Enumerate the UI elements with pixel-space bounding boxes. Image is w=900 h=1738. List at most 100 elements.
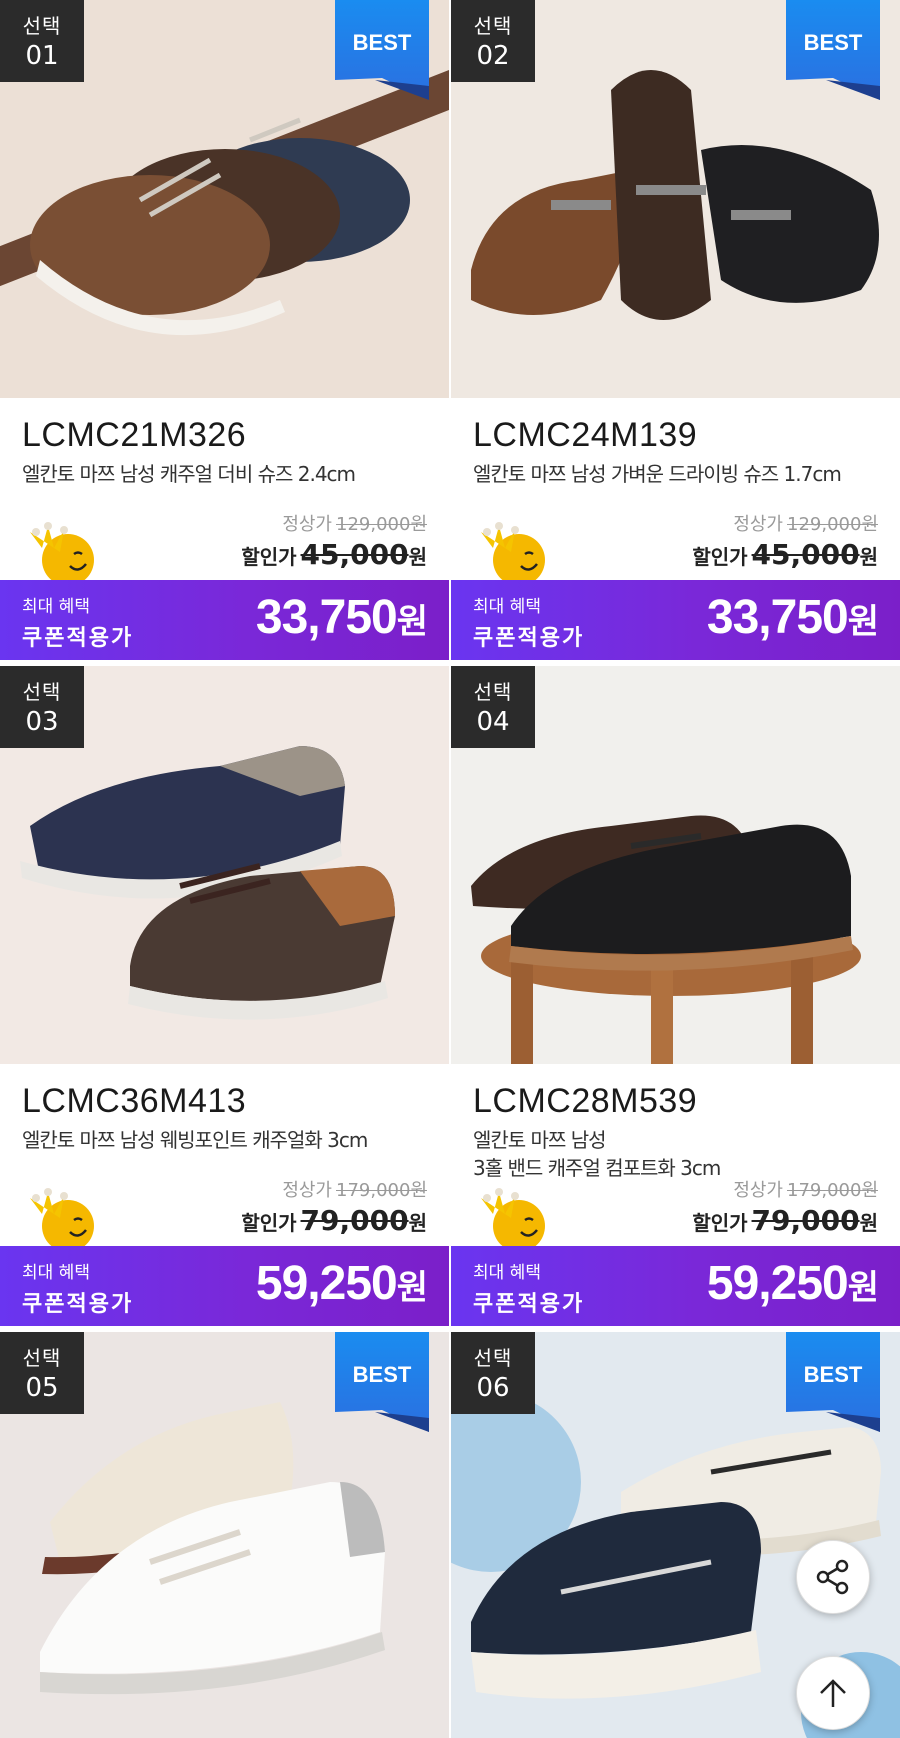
product-info: LCMC36M413 엘칸토 마쯔 남성 웨빙포인트 캐주얼화 3cm 정상가 1… [0,1064,449,1330]
coupon-price-unit: 원 [847,603,879,641]
original-price: 정상가 179,000원 [282,1176,427,1202]
best-badge: BEST [786,1332,880,1432]
coupon-price-unit: 원 [847,1269,879,1307]
original-price-unit: 원 [861,1180,878,1201]
discount-price: 할인가 79,000원 [692,1204,878,1237]
original-price: 정상가 129,000원 [282,510,427,536]
select-label: 선택 [22,680,62,704]
select-label: 선택 [473,680,513,704]
select-label: 선택 [22,14,62,38]
coupon-price: 59,250원 [255,1256,428,1311]
select-badge: 선택 01 [0,0,84,82]
coupon-benefit-label: 최대 혜택 [473,1263,541,1283]
product-image[interactable]: 선택 04 [451,666,900,1064]
discount-price: 할인가 45,000원 [241,538,427,571]
select-number: 02 [476,41,510,71]
discount-price-label: 할인가 [692,1211,748,1235]
discount-price-label: 할인가 [241,1211,297,1235]
discount-price-value: 45,000 [300,538,409,571]
coupon-banner[interactable]: 최대 혜택 쿠폰적용가 33,750원 [0,580,449,660]
product-name-line1: 엘칸토 마쯔 남성 [473,1128,607,1152]
original-price-value: 179,000 [336,1180,411,1201]
product-card[interactable]: 선택 02 BEST LCMC24M139 엘칸토 마쯔 남성 가벼운 드라이빙… [451,0,900,664]
best-label: BEST [352,30,412,55]
original-price-label: 정상가 [733,1180,783,1201]
mascot-icon [30,522,94,586]
product-image[interactable]: 선택 03 [0,666,449,1064]
original-price-value: 129,000 [336,514,411,535]
best-badge: BEST [335,1332,429,1432]
discount-price-value: 79,000 [300,1204,409,1237]
coupon-price-unit: 원 [396,603,428,641]
product-info: LCMC24M139 엘칸토 마쯔 남성 가벼운 드라이빙 슈즈 1.7cm 정… [451,398,900,664]
product-name[interactable]: 엘칸토 마쯔 남성 가벼운 드라이빙 슈즈 1.7cm [473,460,893,488]
select-badge: 선택 06 [451,1332,535,1414]
coupon-price-label: 쿠폰적용가 [22,1292,134,1317]
model-code: LCMC24M139 [473,416,698,454]
share-icon [816,1559,849,1595]
best-badge: BEST [786,0,880,100]
coupon-price-label: 쿠폰적용가 [473,1292,585,1317]
discount-price-value: 45,000 [751,538,860,571]
coupon-price-value: 33,750 [706,591,849,644]
best-badge: BEST [335,0,429,100]
product-image[interactable]: 선택 02 BEST [451,0,900,398]
product-card[interactable]: 선택 01 BEST LCMC21M326 엘칸토 마쯔 남성 캐주얼 더비 슈… [0,0,449,664]
discount-price-unit: 원 [859,545,878,569]
select-number: 05 [25,1373,59,1403]
product-image[interactable]: 선택 01 BEST [0,0,449,398]
coupon-price: 59,250원 [706,1256,879,1311]
select-badge: 선택 02 [451,0,535,82]
original-price-value: 179,000 [787,1180,862,1201]
original-price-value: 129,000 [787,514,862,535]
mascot-icon [481,1188,545,1252]
model-code: LCMC28M539 [473,1082,698,1120]
product-info: LCMC21M326 엘칸토 마쯔 남성 캐주얼 더비 슈즈 2.4cm 정상가… [0,398,449,664]
product-name[interactable]: 엘칸토 마쯔 남성 3홀 밴드 캐주얼 컴포트화 3cm [473,1126,893,1182]
share-button[interactable] [796,1540,870,1614]
select-label: 선택 [22,1346,62,1370]
product-card[interactable]: 선택 03 LCMC36M413 엘칸토 마쯔 남성 웨빙포인트 캐주얼화 3c… [0,666,449,1330]
best-label: BEST [352,1362,412,1387]
discount-price-unit: 원 [408,1211,427,1235]
discount-price-unit: 원 [408,545,427,569]
best-label: BEST [803,30,863,55]
coupon-price-value: 59,250 [706,1257,849,1310]
coupon-banner[interactable]: 최대 혜택 쿠폰적용가 33,750원 [451,580,900,660]
coupon-price-unit: 원 [396,1269,428,1307]
product-image[interactable]: 선택 05 BEST [0,1332,449,1738]
select-number: 01 [25,41,59,71]
select-badge: 선택 04 [451,666,535,748]
select-number: 04 [476,707,510,737]
original-price: 정상가 179,000원 [733,1176,878,1202]
product-name[interactable]: 엘칸토 마쯔 남성 캐주얼 더비 슈즈 2.4cm [22,460,442,488]
original-price-unit: 원 [410,1180,427,1201]
coupon-price-value: 33,750 [255,591,398,644]
coupon-price-value: 59,250 [255,1257,398,1310]
original-price: 정상가 129,000원 [733,510,878,536]
model-code: LCMC36M413 [22,1082,247,1120]
coupon-benefit-label: 최대 혜택 [22,1263,90,1283]
mascot-icon [30,1188,94,1252]
scroll-top-button[interactable] [796,1656,870,1730]
product-card[interactable]: 선택 04 LCMC28M539 엘칸토 마쯔 남성 3홀 밴드 캐주얼 컴포트… [451,666,900,1330]
select-badge: 선택 03 [0,666,84,748]
coupon-price-label: 쿠폰적용가 [473,626,585,651]
coupon-benefit-label: 최대 혜택 [22,597,90,617]
coupon-banner[interactable]: 최대 혜택 쿠폰적용가 59,250원 [0,1246,449,1326]
discount-price: 할인가 45,000원 [692,538,878,571]
select-number: 03 [25,707,59,737]
coupon-price: 33,750원 [706,590,879,645]
discount-price-unit: 원 [859,1211,878,1235]
mascot-icon [481,522,545,586]
discount-price-label: 할인가 [241,545,297,569]
product-info: LCMC28M539 엘칸토 마쯔 남성 3홀 밴드 캐주얼 컴포트화 3cm … [451,1064,900,1330]
product-card[interactable]: 선택 05 BEST [0,1332,449,1738]
coupon-price-label: 쿠폰적용가 [22,626,134,651]
product-grid: 선택 01 BEST LCMC21M326 엘칸토 마쯔 남성 캐주얼 더비 슈… [0,0,900,1738]
discount-price-value: 79,000 [751,1204,860,1237]
coupon-benefit-label: 최대 혜택 [473,597,541,617]
coupon-banner[interactable]: 최대 혜택 쿠폰적용가 59,250원 [451,1246,900,1326]
model-code: LCMC21M326 [22,416,247,454]
product-name[interactable]: 엘칸토 마쯔 남성 웨빙포인트 캐주얼화 3cm [22,1126,442,1154]
